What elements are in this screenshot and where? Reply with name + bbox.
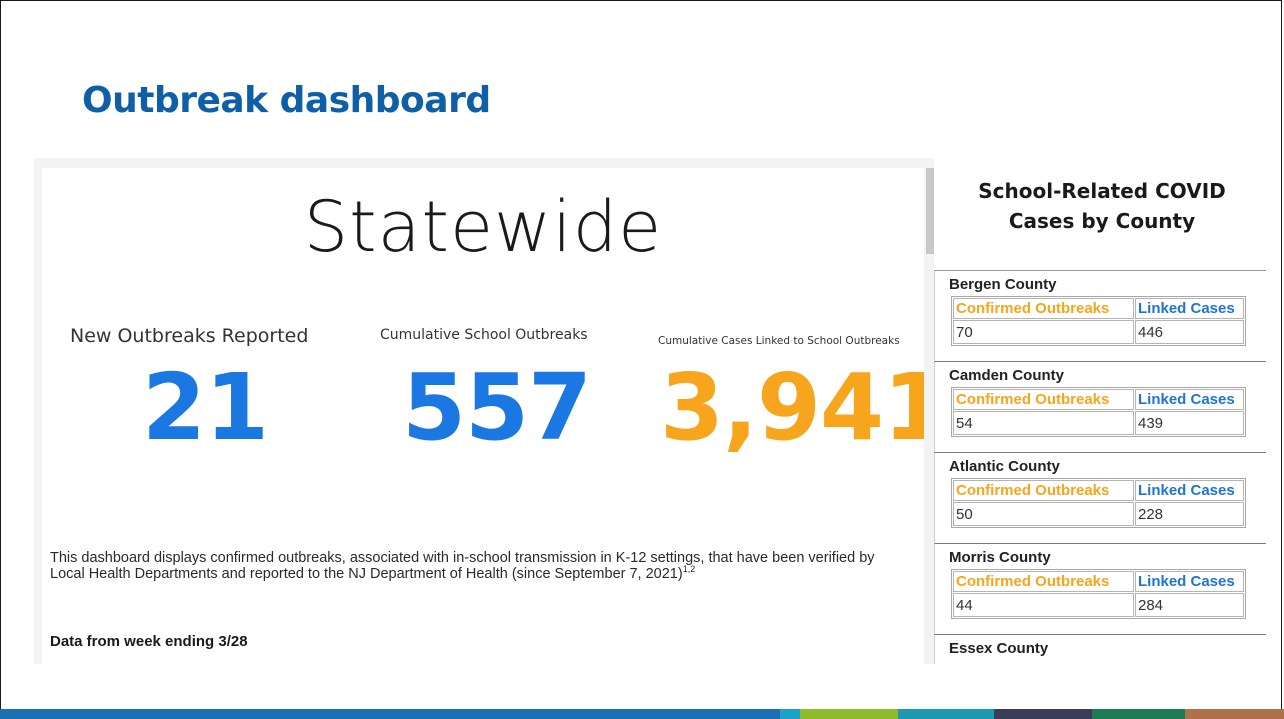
footer-segment <box>1092 709 1185 719</box>
county-name: Bergen County <box>949 276 1057 293</box>
county-table: Confirmed Outbreaks Linked Cases 54 439 <box>951 387 1246 437</box>
county-panel-title: School-Related COVID Cases by County <box>978 179 1226 233</box>
slide-title: Outbreak dashboard <box>82 80 491 121</box>
linked-cases-header: Linked Cases <box>1135 480 1244 501</box>
confirmed-outbreaks-value: 54 <box>953 411 1134 435</box>
footer-segment <box>800 709 898 719</box>
footer-color-bar <box>0 709 1284 719</box>
footer-segment <box>780 709 800 719</box>
county-block: Atlantic County Confirmed Outbreaks Linked… <box>934 453 1266 544</box>
dashboard-description: This dashboard displays confirmed outbre… <box>50 550 910 582</box>
confirmed-outbreaks-header: Confirmed Outbreaks <box>953 571 1134 592</box>
footer-segment <box>0 709 780 719</box>
cumulative-outbreaks-label: Cumulative School Outbreaks <box>380 327 588 343</box>
confirmed-outbreaks-value: 44 <box>953 593 1134 617</box>
county-block: Morris County Confirmed Outbreaks Linked C… <box>934 544 1266 635</box>
linked-cases-header: Linked Cases <box>1135 298 1244 319</box>
linked-cases-value: 439 <box>1135 411 1244 435</box>
county-block: Essex County <box>934 635 1266 664</box>
new-outbreaks-label: New Outbreaks Reported <box>70 325 309 347</box>
county-name: Camden County <box>949 367 1065 384</box>
dashboard-screenshot: Statewide New Outbreaks Reported Cumulat… <box>34 158 1266 664</box>
linked-cases-header: Linked Cases <box>1135 389 1244 410</box>
confirmed-outbreaks-value: 50 <box>953 502 1134 526</box>
data-week-label: Data from week ending 3/28 <box>50 633 248 650</box>
cumulative-cases-label: Cumulative Cases Linked to School Outbre… <box>658 335 900 347</box>
county-block: Camden County Confirmed Outbreaks Linked C… <box>934 362 1266 453</box>
county-panel: School-Related COVID Cases by County Ber… <box>934 158 1266 664</box>
confirmed-outbreaks-header: Confirmed Outbreaks <box>953 298 1134 319</box>
statewide-panel: Statewide New Outbreaks Reported Cumulat… <box>42 168 924 664</box>
statewide-heading: Statewide <box>303 186 663 268</box>
county-name: Atlantic County <box>949 458 1060 475</box>
county-name: Essex County <box>949 640 1049 657</box>
new-outbreaks-value: 21 <box>142 354 269 461</box>
county-name: Morris County <box>949 549 1051 566</box>
footer-segment <box>994 709 1092 719</box>
county-list[interactable]: Bergen County Confirmed Outbreaks Linked C… <box>934 270 1266 664</box>
footer-segment <box>898 709 994 719</box>
confirmed-outbreaks-value: 70 <box>953 320 1134 344</box>
linked-cases-value: 284 <box>1135 593 1244 617</box>
linked-cases-value: 446 <box>1135 320 1244 344</box>
linked-cases-header: Linked Cases <box>1135 571 1244 592</box>
cumulative-outbreaks-value: 557 <box>402 354 592 461</box>
confirmed-outbreaks-header: Confirmed Outbreaks <box>953 480 1134 501</box>
description-footnote: 1,2 <box>682 564 696 575</box>
linked-cases-value: 228 <box>1135 502 1244 526</box>
description-text: This dashboard displays confirmed outbre… <box>50 550 875 582</box>
county-block: Bergen County Confirmed Outbreaks Linked C… <box>934 271 1266 362</box>
cumulative-cases-value: 3,941 <box>660 354 924 461</box>
footer-segment <box>1185 709 1284 719</box>
county-table: Confirmed Outbreaks Linked Cases 44 284 <box>951 569 1246 619</box>
county-table: Confirmed Outbreaks Linked Cases 70 446 <box>951 296 1246 346</box>
side-panel-scrollbar[interactable] <box>926 168 934 254</box>
confirmed-outbreaks-header: Confirmed Outbreaks <box>953 389 1134 410</box>
county-table: Confirmed Outbreaks Linked Cases 50 228 <box>951 478 1246 528</box>
